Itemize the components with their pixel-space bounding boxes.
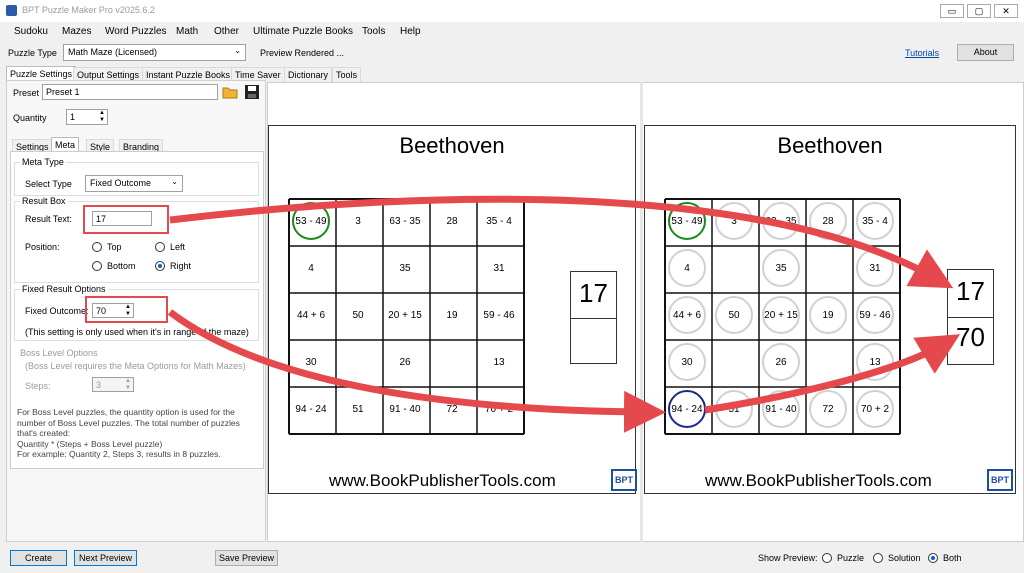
arrow-path-end	[704, 334, 961, 414]
show-puzzle-label: Puzzle	[837, 553, 865, 563]
next-preview-button[interactable]: Next Preview	[74, 550, 137, 566]
show-preview-label: Show Preview:	[758, 553, 818, 563]
show-solution-radio[interactable]	[873, 553, 883, 563]
arrow-result-text	[169, 195, 954, 289]
show-both-radio[interactable]	[928, 553, 938, 563]
arrow-fixed-outcome	[167, 309, 666, 433]
annotation-arrows	[167, 195, 961, 433]
create-button[interactable]: Create	[10, 550, 67, 566]
show-puzzle-radio[interactable]	[822, 553, 832, 563]
save-preview-button[interactable]: Save Preview	[215, 550, 278, 566]
show-solution-label: Solution	[888, 553, 921, 563]
show-both-label: Both	[943, 553, 962, 563]
